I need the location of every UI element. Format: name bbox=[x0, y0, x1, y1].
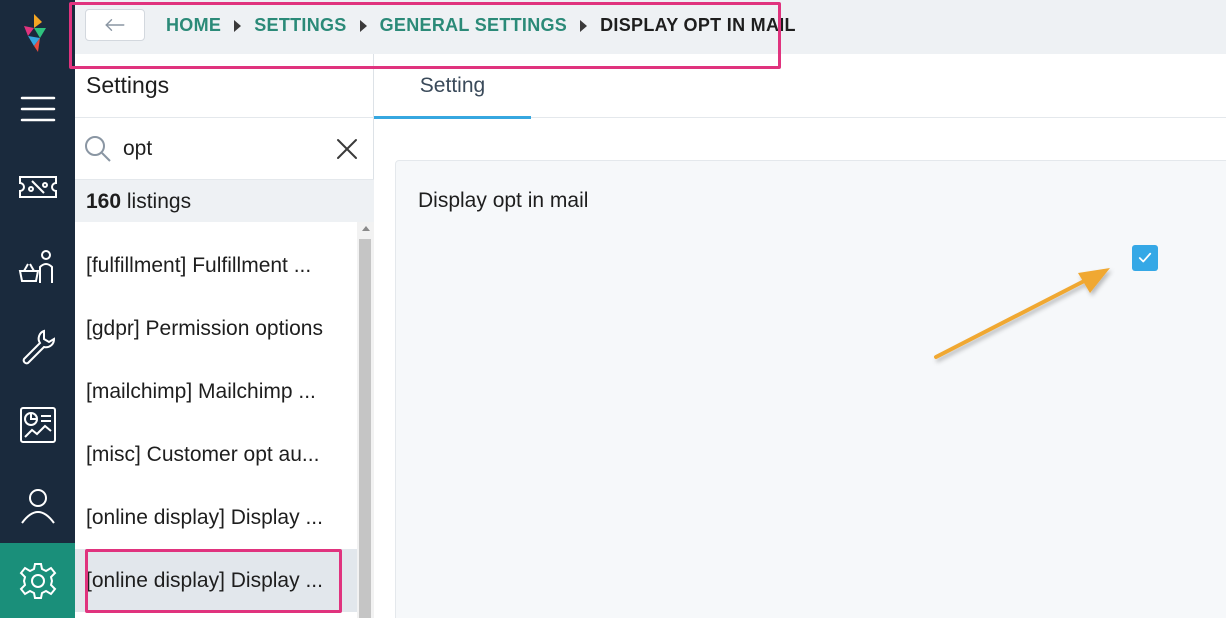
wrench-icon[interactable] bbox=[0, 316, 75, 378]
list-item[interactable]: [mailchimp] Mailchimp ... bbox=[75, 360, 357, 423]
listing-count-label: listings bbox=[126, 190, 192, 213]
setting-label: Display opt in mail bbox=[418, 189, 589, 212]
listing-count: 160 listings bbox=[75, 180, 374, 222]
profile-icon[interactable] bbox=[0, 474, 75, 536]
search-row bbox=[75, 117, 374, 180]
display-opt-in-mail-checkbox[interactable] bbox=[1132, 245, 1158, 271]
checkmark-icon bbox=[1138, 252, 1152, 263]
customer-basket-icon[interactable] bbox=[0, 236, 75, 298]
tab-setting-label: Setting bbox=[419, 74, 486, 97]
list-item[interactable]: [gdpr] Permission options bbox=[75, 297, 357, 360]
list-item[interactable]: [fulfillment] Fulfillment ... bbox=[75, 234, 357, 297]
setting-card: Display opt in mail bbox=[395, 160, 1226, 618]
listing-count-number: 160 bbox=[86, 190, 122, 213]
list-scrollbar[interactable] bbox=[357, 222, 374, 618]
panel-title: Settings bbox=[86, 72, 170, 98]
reports-icon[interactable] bbox=[0, 394, 75, 456]
ticket-icon[interactable] bbox=[0, 156, 75, 218]
nav-rail bbox=[0, 0, 75, 618]
search-icon bbox=[85, 136, 111, 162]
annotation-arrow-icon bbox=[934, 268, 1110, 359]
list-item[interactable]: [misc] Customer opt au... bbox=[75, 423, 357, 486]
search-input[interactable] bbox=[123, 134, 323, 164]
menu-icon[interactable] bbox=[0, 78, 75, 140]
app-logo-icon[interactable] bbox=[20, 14, 54, 54]
settings-gear-icon[interactable] bbox=[0, 543, 75, 618]
close-icon[interactable] bbox=[335, 137, 359, 161]
selected-item-highlight-box bbox=[85, 549, 342, 613]
list-item[interactable]: [online display] Display ... bbox=[75, 486, 357, 549]
breadcrumb-highlight-box bbox=[69, 2, 781, 69]
scroll-thumb[interactable] bbox=[359, 239, 371, 618]
settings-panel: Settings 160 listings [fulfillment] Fulf… bbox=[75, 54, 374, 618]
active-tab-indicator bbox=[374, 116, 531, 119]
scroll-up-icon[interactable] bbox=[362, 226, 370, 231]
